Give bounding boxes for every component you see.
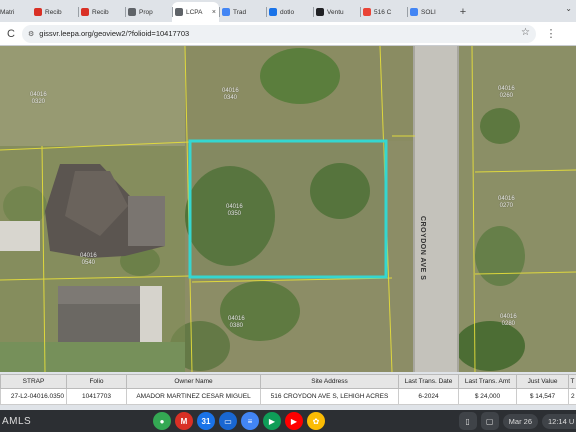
browser-tab[interactable]: Trad — [219, 2, 266, 22]
play-store-icon[interactable]: ▶ — [263, 412, 281, 430]
maps-pin-icon — [363, 8, 371, 16]
tab-strip: Matri Recib Recib Prop LCPA × Trad dotlo Ventu 5… — [0, 0, 576, 22]
reload-button[interactable]: C — [0, 28, 22, 40]
browser-tab[interactable]: LCPA × — [172, 2, 219, 22]
cell-folio: 10417703 — [66, 388, 127, 405]
browser-tab[interactable]: Recib — [31, 2, 78, 22]
parcel-label: 04016 0340 — [222, 88, 239, 101]
tab-label: dotlo — [280, 8, 295, 16]
url-input[interactable]: ⚙ gissvr.leepa.org/geoview2/?folioid=104… — [22, 24, 536, 43]
tab-label: SOLI — [421, 8, 436, 16]
phone-hub-icon[interactable]: ▯ — [458, 412, 477, 430]
browser-tab[interactable]: 516 C — [360, 2, 407, 22]
parcel-label: 04016 0320 — [30, 92, 47, 105]
table-header-row: STRAP Folio Owner Name Site Address Last… — [0, 374, 576, 389]
holding-space-icon[interactable]: ▢ — [480, 412, 499, 430]
browser-tab[interactable]: Prop — [125, 2, 172, 22]
files-app-icon[interactable]: ▭ — [219, 412, 237, 430]
road-label: CROYDON AVE S — [419, 216, 426, 281]
parcel-map[interactable]: CROYDON AVE S 04016 0320 04016 0340 04016 0… — [0, 46, 576, 372]
new-tab-button[interactable]: + — [454, 2, 472, 22]
tab-label: Prop — [139, 8, 153, 16]
column-header-truncated[interactable]: T — [568, 374, 576, 389]
date-display[interactable]: Mar 26 — [502, 413, 538, 429]
column-header-site-address[interactable]: Site Address — [260, 374, 399, 389]
column-header-last-trans-amt[interactable]: Last Trans. Amt — [458, 374, 517, 389]
tab-label: LCPA — [186, 8, 203, 16]
docs-app-icon[interactable]: ≡ — [241, 412, 259, 430]
aerial-imagery — [0, 46, 576, 372]
translate-icon — [222, 8, 230, 16]
cell-last-trans-date: 6-2024 — [398, 388, 459, 405]
reload-icon: C — [7, 27, 15, 40]
cell-site-address: 516 CROYDON AVE S, LEHIGH ACRES — [260, 388, 399, 405]
url-text: gissvr.leepa.org/geoview2/?folioid=10417… — [39, 29, 190, 38]
parcel-label: 04016 0280 — [500, 314, 517, 327]
browser-tab[interactable]: Ventu — [313, 2, 360, 22]
close-tab-icon[interactable]: × — [212, 9, 216, 16]
browser-tab[interactable]: Recib — [78, 2, 125, 22]
gmail-app-icon[interactable]: M — [175, 412, 193, 430]
site-info-icon[interactable]: ⚙ — [28, 30, 34, 38]
globe-icon — [128, 8, 136, 16]
browser-tab[interactable]: dotlo — [266, 2, 313, 22]
gmail-icon — [34, 8, 42, 16]
photos-app-icon[interactable]: ✿ — [307, 412, 325, 430]
tab-label: Recib — [92, 8, 109, 16]
parcel-label: 04016 0540 — [80, 253, 97, 266]
browser-menu-icon[interactable]: ⋮ — [536, 27, 566, 40]
table-row[interactable]: 27-L2-04016.0350 10417703 AMADOR MARTINE… — [0, 388, 576, 405]
dotloop-icon — [269, 8, 277, 16]
parcel-label-selected: 04016 0350 — [226, 204, 243, 217]
tab-matri[interactable]: Matri — [0, 2, 31, 22]
column-header-just-value[interactable]: Just Value — [516, 374, 569, 389]
system-tray: ▯ ▢ Mar 26 12:14 U — [458, 412, 576, 430]
bookmark-star-icon[interactable]: ☆ — [521, 27, 530, 38]
tab-label: Matri — [0, 8, 15, 16]
tab-label: Recib — [45, 8, 62, 16]
vent-icon — [316, 8, 324, 16]
chrome-icon[interactable]: ● — [153, 412, 171, 430]
os-taskbar: AMLS ● M 31 ▭ ≡ ▶ ▶ ✿ ▯ ▢ Mar 26 12:14 U — [0, 410, 576, 432]
cell-just-value: $ 14,547 — [516, 388, 569, 405]
tab-label: Trad — [233, 8, 247, 16]
youtube-icon[interactable]: ▶ — [285, 412, 303, 430]
cell-strap: 27-L2-04016.0350 — [0, 388, 67, 405]
column-header-strap[interactable]: STRAP — [0, 374, 67, 389]
cell-last-trans-amt: $ 24,000 — [458, 388, 517, 405]
selected-parcel-outline[interactable] — [188, 139, 388, 279]
google-icon — [410, 8, 418, 16]
tab-label: 516 C — [374, 8, 392, 16]
tab-label: Ventu — [327, 8, 344, 16]
column-header-folio[interactable]: Folio — [66, 374, 127, 389]
column-header-last-trans-date[interactable]: Last Trans. Date — [398, 374, 459, 389]
tab-list: Recib Recib Prop LCPA × Trad dotlo Ventu 516 C SO… — [31, 2, 454, 22]
cell-truncated: 2 — [568, 388, 576, 405]
globe-icon — [175, 8, 183, 16]
parcel-label: 04016 0270 — [498, 196, 515, 209]
browser-tab[interactable]: SOLI — [407, 2, 454, 22]
parcel-attribute-table: STRAP Folio Owner Name Site Address Last… — [0, 374, 576, 405]
parcel-label: 04016 0260 — [498, 86, 515, 99]
tab-search-icon[interactable]: ⌄ — [565, 4, 572, 13]
taskbar-text: AMLS — [2, 415, 32, 427]
column-header-owner-name[interactable]: Owner Name — [126, 374, 261, 389]
gmail-icon — [81, 8, 89, 16]
clock-display[interactable]: 12:14 U — [542, 413, 576, 429]
address-bar: C ⚙ gissvr.leepa.org/geoview2/?folioid=1… — [0, 22, 576, 46]
pinned-apps: ● M 31 ▭ ≡ ▶ ▶ ✿ — [153, 412, 325, 430]
cell-owner-name: AMADOR MARTINEZ CESAR MIGUEL — [126, 388, 261, 405]
parcel-label: 04016 0380 — [228, 316, 245, 329]
calendar-app-icon[interactable]: 31 — [197, 412, 215, 430]
